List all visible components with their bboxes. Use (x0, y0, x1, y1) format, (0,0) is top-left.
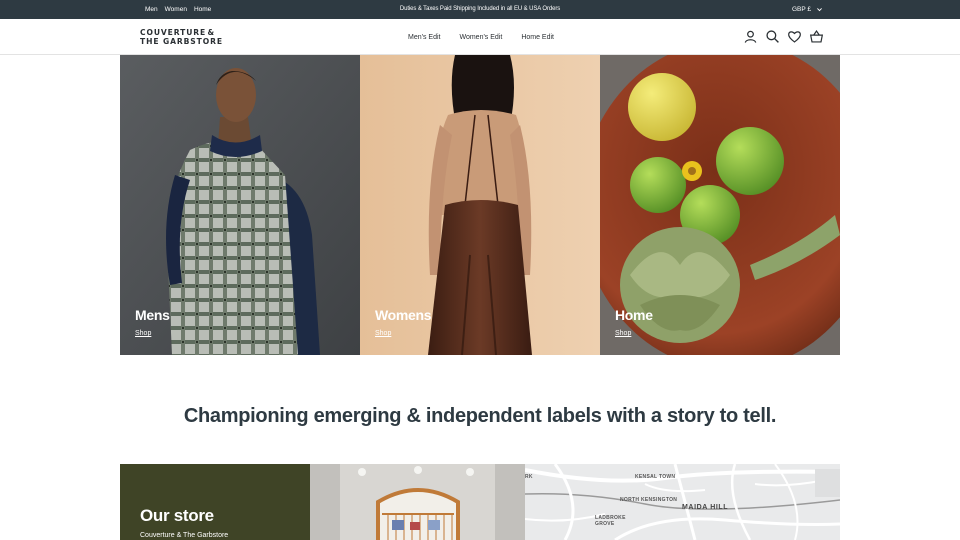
wishlist-heart-icon[interactable] (787, 29, 802, 44)
store-section: Our store Couverture & The Garbstore KEN… (120, 464, 840, 540)
currency-label: GBP £ (792, 6, 812, 13)
logo-ampersand: & (207, 28, 215, 37)
hero-panel-home[interactable]: Home Shop (600, 55, 840, 355)
hero-shop-link-home[interactable]: Shop (615, 330, 631, 337)
logo-text-line2: THE GARBSTORE (140, 37, 223, 46)
map-label-kensal-town: KENSAL TOWN (635, 474, 676, 480)
map-label-maida-hill: MAIDA HILL (682, 504, 729, 511)
our-store-subtitle: Couverture & The Garbstore (140, 532, 229, 539)
map-label-partial: RK (525, 474, 533, 480)
store-interior-image (310, 464, 525, 540)
header-icons (743, 29, 824, 44)
hero-panel-womens[interactable]: Womens Shop (360, 55, 600, 355)
hero-title-mens: Mens (135, 307, 170, 323)
hero-panel-mens[interactable]: Mens Shop (120, 55, 360, 355)
map-label-north-kensington: NORTH KENSINGTON (620, 497, 678, 503)
map-roads (525, 464, 840, 540)
hero-shop-link-mens[interactable]: Shop (135, 330, 151, 337)
announcement-bar: Men Women Home Duties & Taxes Paid Shipp… (0, 0, 960, 19)
site-header: COUVERTURE & THE GARBSTORE Men's Edit Wo… (0, 19, 960, 55)
nav-mens-edit[interactable]: Men's Edit (408, 34, 440, 41)
basket-icon[interactable] (809, 29, 824, 44)
tagline-heading: Championing emerging & independent label… (183, 405, 777, 427)
hero-title-womens: Womens (375, 307, 432, 323)
main-nav: Men's Edit Women's Edit Home Edit (408, 19, 554, 55)
store-location-map[interactable]: KENSAL TOWN NORTH KENSINGTON LADBROKE GR… (525, 464, 840, 540)
our-store-card[interactable]: Our store Couverture & The Garbstore (120, 464, 310, 540)
our-store-heading: Our store (140, 506, 214, 525)
currency-selector[interactable]: GBP £ (792, 0, 823, 19)
logo-text-line1: COUVERTURE (140, 28, 207, 37)
nav-home-edit[interactable]: Home Edit (521, 34, 554, 41)
category-hero: Mens Shop Womens Shop Home Shop (120, 55, 840, 355)
hero-title-home: Home (615, 307, 653, 323)
hero-shop-link-womens[interactable]: Shop (375, 330, 391, 337)
chevron-down-icon (817, 8, 822, 12)
search-icon[interactable] (765, 29, 780, 44)
map-label-ladbroke-grove: LADBROKE GROVE (595, 515, 626, 527)
account-icon[interactable] (743, 29, 758, 44)
nav-womens-edit[interactable]: Women's Edit (459, 34, 502, 41)
site-logo[interactable]: COUVERTURE & THE GARBSTORE (140, 28, 223, 46)
